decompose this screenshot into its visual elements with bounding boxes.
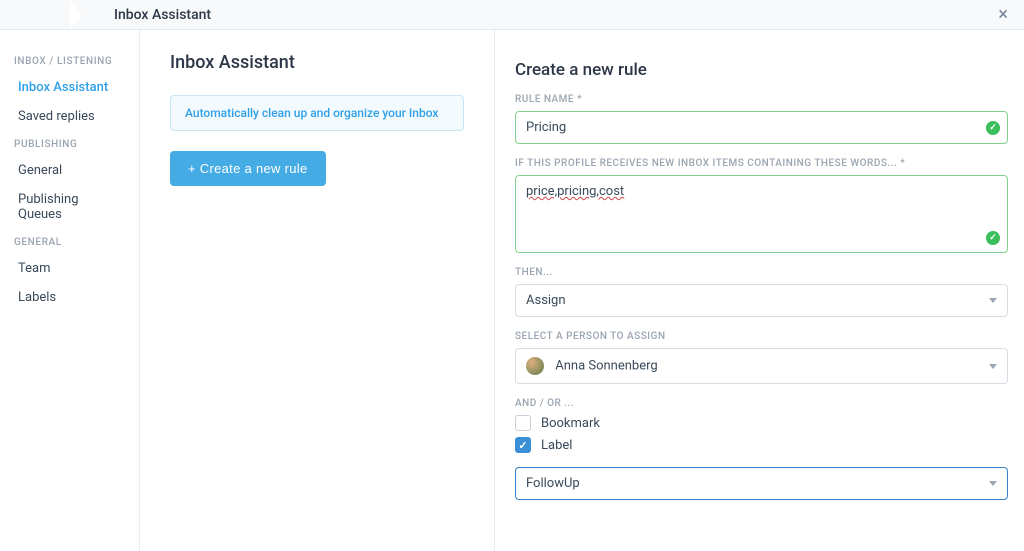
close-icon[interactable]: × (998, 4, 1008, 25)
page-title: Inbox Assistant (100, 7, 211, 23)
rule-name-input[interactable] (515, 111, 1008, 144)
label-select[interactable]: FollowUp (515, 467, 1008, 500)
info-banner: Automatically clean up and organize your… (170, 95, 464, 131)
assign-select-value: Anna Sonnenberg (555, 358, 657, 373)
label-checkbox[interactable] (515, 437, 531, 453)
label-option[interactable]: Label (515, 437, 1008, 453)
chevron-down-icon (989, 298, 997, 303)
chevron-down-icon (989, 364, 997, 369)
assign-select[interactable]: Anna Sonnenberg (515, 348, 1008, 384)
andor-label: AND / OR ... (515, 398, 1008, 409)
sidebar: INBOX / LISTENING Inbox Assistant Saved … (0, 30, 140, 551)
sidebar-section-inbox: INBOX / LISTENING (8, 48, 135, 73)
sidebar-section-general: GENERAL (8, 229, 135, 254)
form-heading: Create a new rule (515, 60, 1008, 80)
sidebar-item-general[interactable]: General (8, 156, 135, 185)
rules-panel: Inbox Assistant Automatically clean up a… (140, 30, 495, 551)
bookmark-checkbox[interactable] (515, 415, 531, 431)
rule-name-label: RULE NAME * (515, 94, 1008, 105)
avatar (526, 357, 544, 375)
check-icon (986, 121, 1000, 135)
words-input[interactable]: price,pricing,cost (515, 175, 1008, 253)
then-select[interactable]: Assign (515, 284, 1008, 317)
sidebar-section-publishing: PUBLISHING (8, 131, 135, 156)
then-label: THEN... (515, 267, 1008, 278)
sidebar-item-labels[interactable]: Labels (8, 283, 135, 312)
check-icon (986, 231, 1000, 245)
chevron-down-icon (989, 481, 997, 486)
then-select-value: Assign (526, 293, 566, 308)
words-label: IF THIS PROFILE RECEIVES NEW INBOX ITEMS… (515, 158, 1008, 169)
label-select-value: FollowUp (526, 476, 580, 491)
sidebar-item-team[interactable]: Team (8, 254, 135, 283)
sidebar-item-saved-replies[interactable]: Saved replies (8, 102, 135, 131)
panel-heading: Inbox Assistant (170, 52, 464, 73)
sidebar-item-inbox-assistant[interactable]: Inbox Assistant (8, 73, 135, 102)
rule-form: Create a new rule RULE NAME * IF THIS PR… (495, 30, 1024, 551)
topbar: Inbox Assistant × (0, 0, 1024, 30)
label-label: Label (541, 438, 572, 453)
sidebar-item-publishing-queues[interactable]: Publishing Queues (8, 185, 135, 229)
create-rule-button[interactable]: + Create a new rule (170, 151, 326, 186)
bookmark-label: Bookmark (541, 416, 600, 431)
assign-label: SELECT A PERSON TO ASSIGN (515, 331, 1008, 342)
bookmark-option[interactable]: Bookmark (515, 415, 1008, 431)
